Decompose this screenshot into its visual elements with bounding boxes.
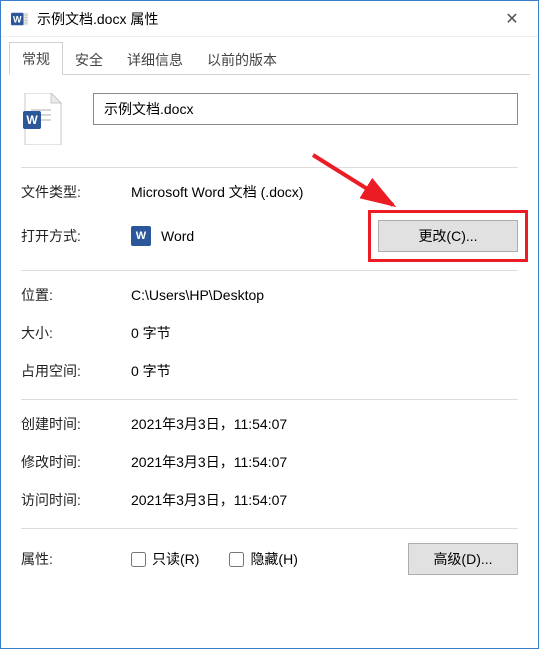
svg-text:W: W (26, 113, 38, 127)
readonly-checkbox[interactable]: 只读(R) (131, 549, 199, 569)
size-label: 大小: (21, 323, 131, 343)
size-value: 0 字节 (131, 323, 518, 343)
tab-strip: 常规 安全 详细信息 以前的版本 (9, 45, 530, 75)
window-title: 示例文档.docx 属性 (37, 9, 494, 29)
advanced-button[interactable]: 高级(D)... (408, 543, 518, 575)
document-icon: W (21, 93, 65, 145)
open-with-app-name: Word (161, 228, 194, 244)
hidden-checkbox-input[interactable] (229, 552, 244, 567)
size-on-disk-value: 0 字节 (131, 361, 518, 381)
close-icon[interactable]: ✕ (494, 9, 530, 29)
hidden-label: 隐藏(H) (250, 549, 297, 569)
location-label: 位置: (21, 285, 131, 305)
word-icon: W (11, 10, 29, 28)
tab-panel-general: W 文件类型: Microsoft Word 文档 (.docx) 打开方式: … (1, 75, 538, 585)
size-on-disk-label: 占用空间: (21, 361, 131, 381)
file-type-label: 文件类型: (21, 182, 131, 202)
modified-value: 2021年3月3日，11:54:07 (131, 452, 518, 472)
change-button[interactable]: 更改(C)... (378, 220, 518, 252)
filename-input[interactable] (93, 93, 518, 125)
tab-security[interactable]: 安全 (63, 44, 115, 75)
readonly-checkbox-input[interactable] (131, 552, 146, 567)
modified-label: 修改时间: (21, 452, 131, 472)
attributes-label: 属性: (21, 549, 131, 569)
file-type-value: Microsoft Word 文档 (.docx) (131, 182, 518, 202)
location-value: C:\Users\HP\Desktop (131, 287, 518, 303)
open-with-label: 打开方式: (21, 226, 131, 246)
hidden-checkbox[interactable]: 隐藏(H) (229, 549, 297, 569)
created-value: 2021年3月3日，11:54:07 (131, 414, 518, 434)
word-app-icon: W (131, 226, 151, 246)
readonly-label: 只读(R) (152, 549, 199, 569)
accessed-value: 2021年3月3日，11:54:07 (131, 490, 518, 510)
accessed-label: 访问时间: (21, 490, 131, 510)
titlebar: W 示例文档.docx 属性 ✕ (1, 1, 538, 37)
tab-previous-versions[interactable]: 以前的版本 (195, 44, 289, 75)
svg-text:W: W (13, 14, 22, 24)
tab-details[interactable]: 详细信息 (115, 44, 195, 75)
tab-general[interactable]: 常规 (9, 42, 63, 75)
created-label: 创建时间: (21, 414, 131, 434)
